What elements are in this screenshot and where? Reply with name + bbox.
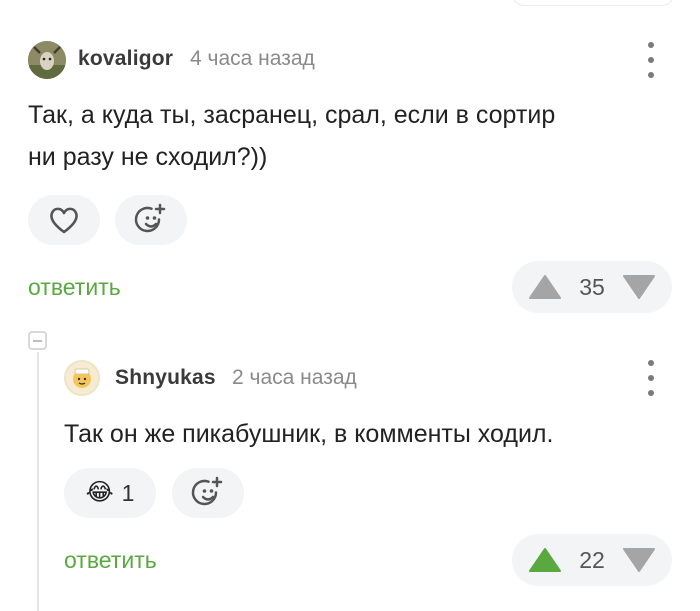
triangle-up-icon[interactable] <box>528 547 562 573</box>
collapse-thread-icon[interactable] <box>28 331 47 350</box>
goat-avatar-image <box>28 41 66 79</box>
comment-menu-button[interactable] <box>641 42 661 78</box>
comment-text-line: ни разу не сходил?)) <box>28 143 268 171</box>
add-emoji-icon <box>191 476 223 506</box>
reply-button[interactable]: ответить <box>28 274 121 301</box>
comment-menu-button[interactable] <box>641 360 661 396</box>
reaction-button[interactable]: 😂 1 <box>64 468 156 518</box>
triangle-up-icon[interactable] <box>528 274 562 300</box>
comment-text-line: Так, а куда ты, засранец, срал, если в с… <box>28 101 556 129</box>
kebab-menu-icon <box>648 360 654 366</box>
cartoon-avatar-image <box>73 368 91 388</box>
laughing-emoji-icon: 😂 <box>85 479 114 506</box>
rating-count: 35 <box>579 273 605 300</box>
comment-author[interactable]: kovaligor <box>78 47 173 71</box>
add-reaction-button[interactable] <box>172 468 244 518</box>
triangle-down-icon[interactable] <box>622 547 656 573</box>
triangle-down-icon[interactable] <box>622 274 656 300</box>
comment-author[interactable]: Shnyukas <box>115 366 216 390</box>
vote-box: 22 <box>512 534 672 586</box>
reply-button[interactable]: ответить <box>64 547 157 574</box>
like-reaction-button[interactable] <box>28 195 100 245</box>
previous-vote-box-fragment <box>512 0 674 6</box>
avatar[interactable] <box>64 360 100 396</box>
comment-time: 4 часа назад <box>190 47 315 70</box>
kebab-menu-icon <box>648 42 654 48</box>
reaction-count: 1 <box>121 479 135 506</box>
thread-line[interactable] <box>37 352 39 611</box>
add-reaction-button[interactable] <box>115 195 187 245</box>
comment-text: Так, а куда ты, засранец, срал, если в с… <box>28 94 678 178</box>
add-emoji-icon <box>134 203 166 233</box>
vote-box: 35 <box>512 261 672 313</box>
heart-icon <box>50 207 78 234</box>
comment-text: Так он же пикабушник, в комменты ходил. <box>64 420 554 448</box>
avatar[interactable] <box>28 41 66 79</box>
comment-time: 2 часа назад <box>232 366 357 389</box>
rating-count: 22 <box>579 546 605 573</box>
